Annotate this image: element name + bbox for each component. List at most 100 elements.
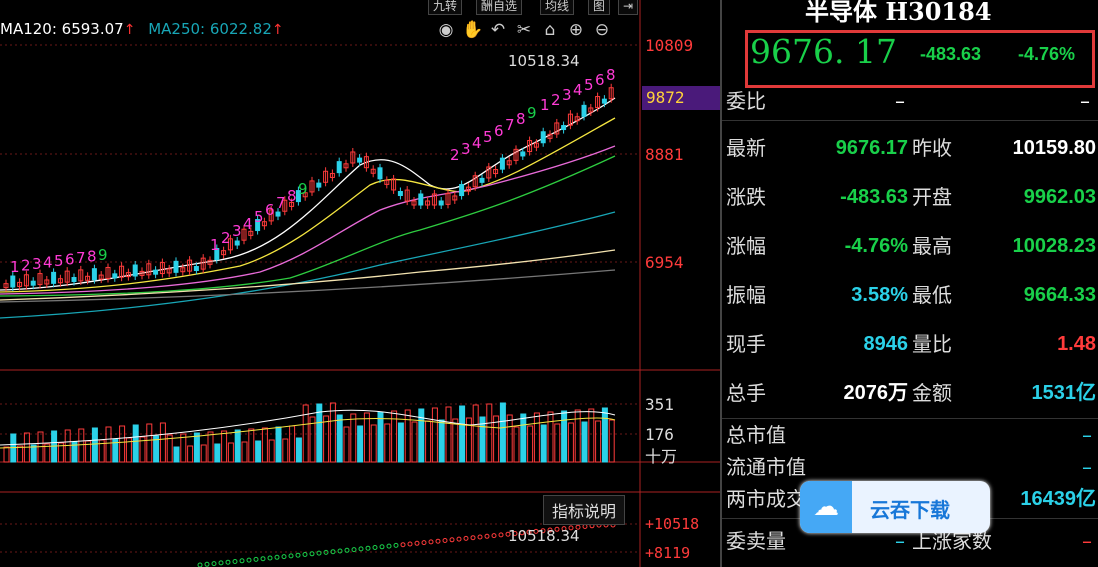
candle-body <box>193 266 199 272</box>
volume-bar <box>411 421 418 463</box>
volume-bar <box>513 426 520 463</box>
price-change-percent: -4.76% <box>1018 44 1076 64</box>
volume-bar <box>363 412 370 463</box>
price-axis-label-low: 6954 <box>645 253 684 272</box>
indicator-dot <box>358 546 364 552</box>
open-value: 9962.03 <box>1023 186 1096 208</box>
volume-bar <box>323 415 330 463</box>
indicator-peak-label: 10518.34 <box>508 527 580 545</box>
nine-turn-number: 2 <box>551 91 561 109</box>
weibi-label: 委比 <box>726 89 766 113</box>
nine-turn-number: 2 <box>450 146 460 164</box>
nine-turn-number: 9 <box>98 246 108 264</box>
nine-turn-number: 1 <box>10 258 20 276</box>
scissors-icon[interactable]: ✂ <box>514 20 534 40</box>
nine-turn-number: 5 <box>54 252 64 270</box>
volume-bar <box>173 446 180 463</box>
tab-add-watchlist[interactable]: 酬自选 <box>476 0 523 15</box>
zoom-out-icon[interactable]: ⊖ <box>592 20 612 40</box>
indicator-help-button[interactable]: 指标说明 <box>543 495 626 525</box>
indicator-dot <box>316 550 322 556</box>
prev-close-value: 10159.80 <box>1012 137 1096 159</box>
tab-nine-turn[interactable]: 九转 <box>428 0 463 15</box>
candle-body <box>520 151 526 157</box>
download-banner[interactable]: ☁ 云吞下载 <box>800 481 990 533</box>
indicator-dot <box>211 561 217 567</box>
volume-bar <box>561 410 568 463</box>
nine-turn-number: 6 <box>595 71 605 89</box>
volume-bar <box>567 422 574 463</box>
indicator-dot <box>491 533 497 539</box>
zoom-in-icon[interactable]: ⊕ <box>566 20 586 40</box>
eye-icon[interactable]: ◉ <box>436 20 456 40</box>
candle-body <box>357 157 363 163</box>
separator <box>722 120 1098 121</box>
indicator-dot <box>449 537 455 543</box>
undo-icon[interactable]: ↶ <box>488 20 508 40</box>
volume-axis-label-mid: 176 <box>645 425 674 444</box>
volume-bar <box>187 445 194 463</box>
candle-body <box>51 271 57 284</box>
nine-turn-number: 4 <box>243 215 253 233</box>
prev-close-label: 昨收 <box>912 136 952 160</box>
current-price-tag: 9872 <box>642 86 720 110</box>
volume-bar <box>499 402 506 463</box>
nine-turn-number: 3 <box>562 86 572 104</box>
high-label: 最高 <box>912 234 952 258</box>
volume-bar <box>404 409 411 463</box>
kline-chart-svg[interactable]: 1 2 3 4 5 6 7 8 91 2 3 4 5 6 7 8 92 3 4 5 6 7 8 9 1 2 3 4 5 6 8 <box>0 0 720 567</box>
amplitude-value: 3.58% <box>851 284 908 306</box>
weibi-value: – <box>895 89 905 113</box>
stock-title: 半导体 H30184 <box>805 0 992 26</box>
volume-bar <box>357 425 364 463</box>
volume-bar <box>207 431 214 463</box>
indicator-dot <box>197 562 203 567</box>
hand-icon[interactable]: ✋ <box>462 20 483 40</box>
nine-turn-number: 8 <box>87 248 97 266</box>
volume-bar <box>289 425 296 463</box>
separator <box>722 418 1098 419</box>
tab-moving-average[interactable]: 均线 <box>540 0 575 15</box>
volume-bar <box>377 411 384 463</box>
indicator-dot <box>218 560 224 566</box>
indicator-dot <box>288 553 294 559</box>
open-label: 开盘 <box>912 185 952 209</box>
indicator-dot <box>456 536 462 542</box>
nine-turn-number: 1 <box>540 96 550 114</box>
indicator-dot <box>442 538 448 543</box>
high-value: 10028.23 <box>1012 235 1096 257</box>
current-price: 9676. 17 <box>750 32 897 71</box>
indicator-dot <box>225 559 231 565</box>
indicator-dot <box>232 559 238 564</box>
nine-turn-number: 6 <box>494 122 504 140</box>
current-volume-value: 8946 <box>863 333 909 355</box>
float-market-value: – <box>1082 455 1092 479</box>
two-markets-turnover: 16439亿 <box>1020 488 1096 510</box>
indicator-dot <box>477 534 483 540</box>
volume-bar <box>493 415 500 463</box>
exit-icon[interactable]: ⇥ <box>618 0 639 15</box>
volume-bar <box>227 442 234 463</box>
volume-ratio-value: 1.48 <box>1057 333 1096 355</box>
nine-turn-number: 6 <box>65 251 75 269</box>
volume-bar <box>384 423 391 463</box>
ma120-label: MA120: 6593.07 <box>0 20 124 38</box>
moving-average-line <box>0 117 616 293</box>
candle-body <box>173 260 179 273</box>
indicator-dot <box>582 524 588 529</box>
candle-body <box>234 240 240 246</box>
download-label[interactable]: 云吞下载 <box>870 494 950 523</box>
indicator-dot <box>302 552 308 557</box>
volume-bar <box>547 411 554 463</box>
indicator-dot <box>274 554 280 560</box>
indicator-dot <box>386 543 392 549</box>
volume-bar <box>554 423 561 463</box>
nine-turn-number: 6 <box>265 201 275 219</box>
indicator-dot <box>400 542 406 548</box>
tab-chart[interactable]: 图 <box>588 0 611 15</box>
lock-icon[interactable]: ⌂ <box>540 20 560 40</box>
indicator-dot <box>407 541 413 547</box>
kline-chart-area[interactable]: 123456789123456789234567891234568 <box>0 0 720 567</box>
change-pct-value: -4.76% <box>844 235 908 257</box>
indicator-dot <box>253 556 259 562</box>
